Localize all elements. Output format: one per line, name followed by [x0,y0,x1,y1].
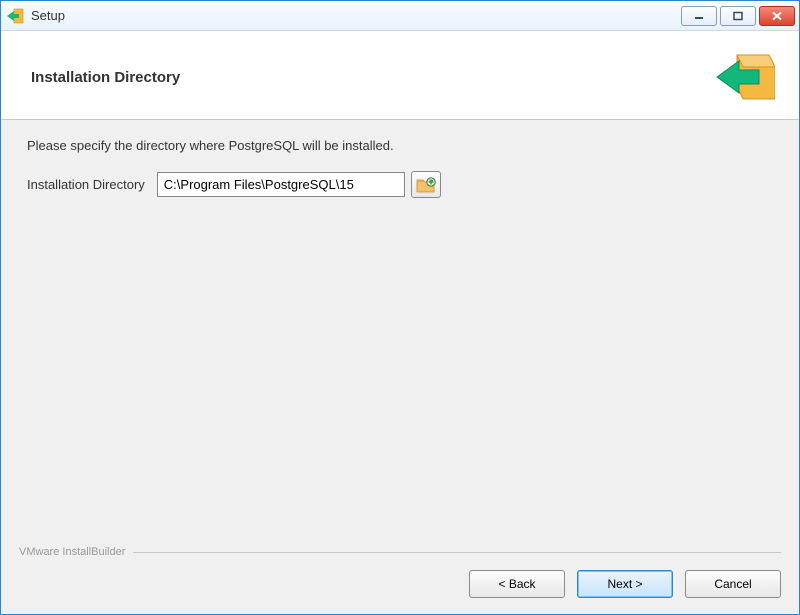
footer-separator: VMware InstallBuilder [19,546,781,558]
install-directory-label: Installation Directory [27,177,145,192]
maximize-button[interactable] [720,6,756,26]
cancel-button[interactable]: Cancel [685,570,781,598]
minimize-button[interactable] [681,6,717,26]
folder-browse-icon [416,176,436,194]
install-directory-input[interactable] [157,172,405,197]
back-button[interactable]: < Back [469,570,565,598]
window-title: Setup [31,8,681,23]
page-title: Installation Directory [31,69,180,86]
installer-logo-icon [715,49,775,105]
next-button[interactable]: Next > [577,570,673,598]
window-controls [681,6,795,26]
button-row: < Back Next > Cancel [19,570,781,598]
instruction-text: Please specify the directory where Postg… [27,138,773,153]
footer-brand: VMware InstallBuilder [19,546,133,558]
browse-button[interactable] [411,171,441,198]
divider [133,552,781,553]
close-button[interactable] [759,6,795,26]
install-directory-row: Installation Directory [27,171,773,198]
content-area: Please specify the directory where Postg… [1,120,799,546]
setup-window: Setup Installation Directory [0,0,800,615]
titlebar: Setup [1,1,799,31]
page-header: Installation Directory [1,31,799,120]
footer: VMware InstallBuilder < Back Next > Canc… [1,546,799,614]
arrow-box-icon [7,7,25,25]
